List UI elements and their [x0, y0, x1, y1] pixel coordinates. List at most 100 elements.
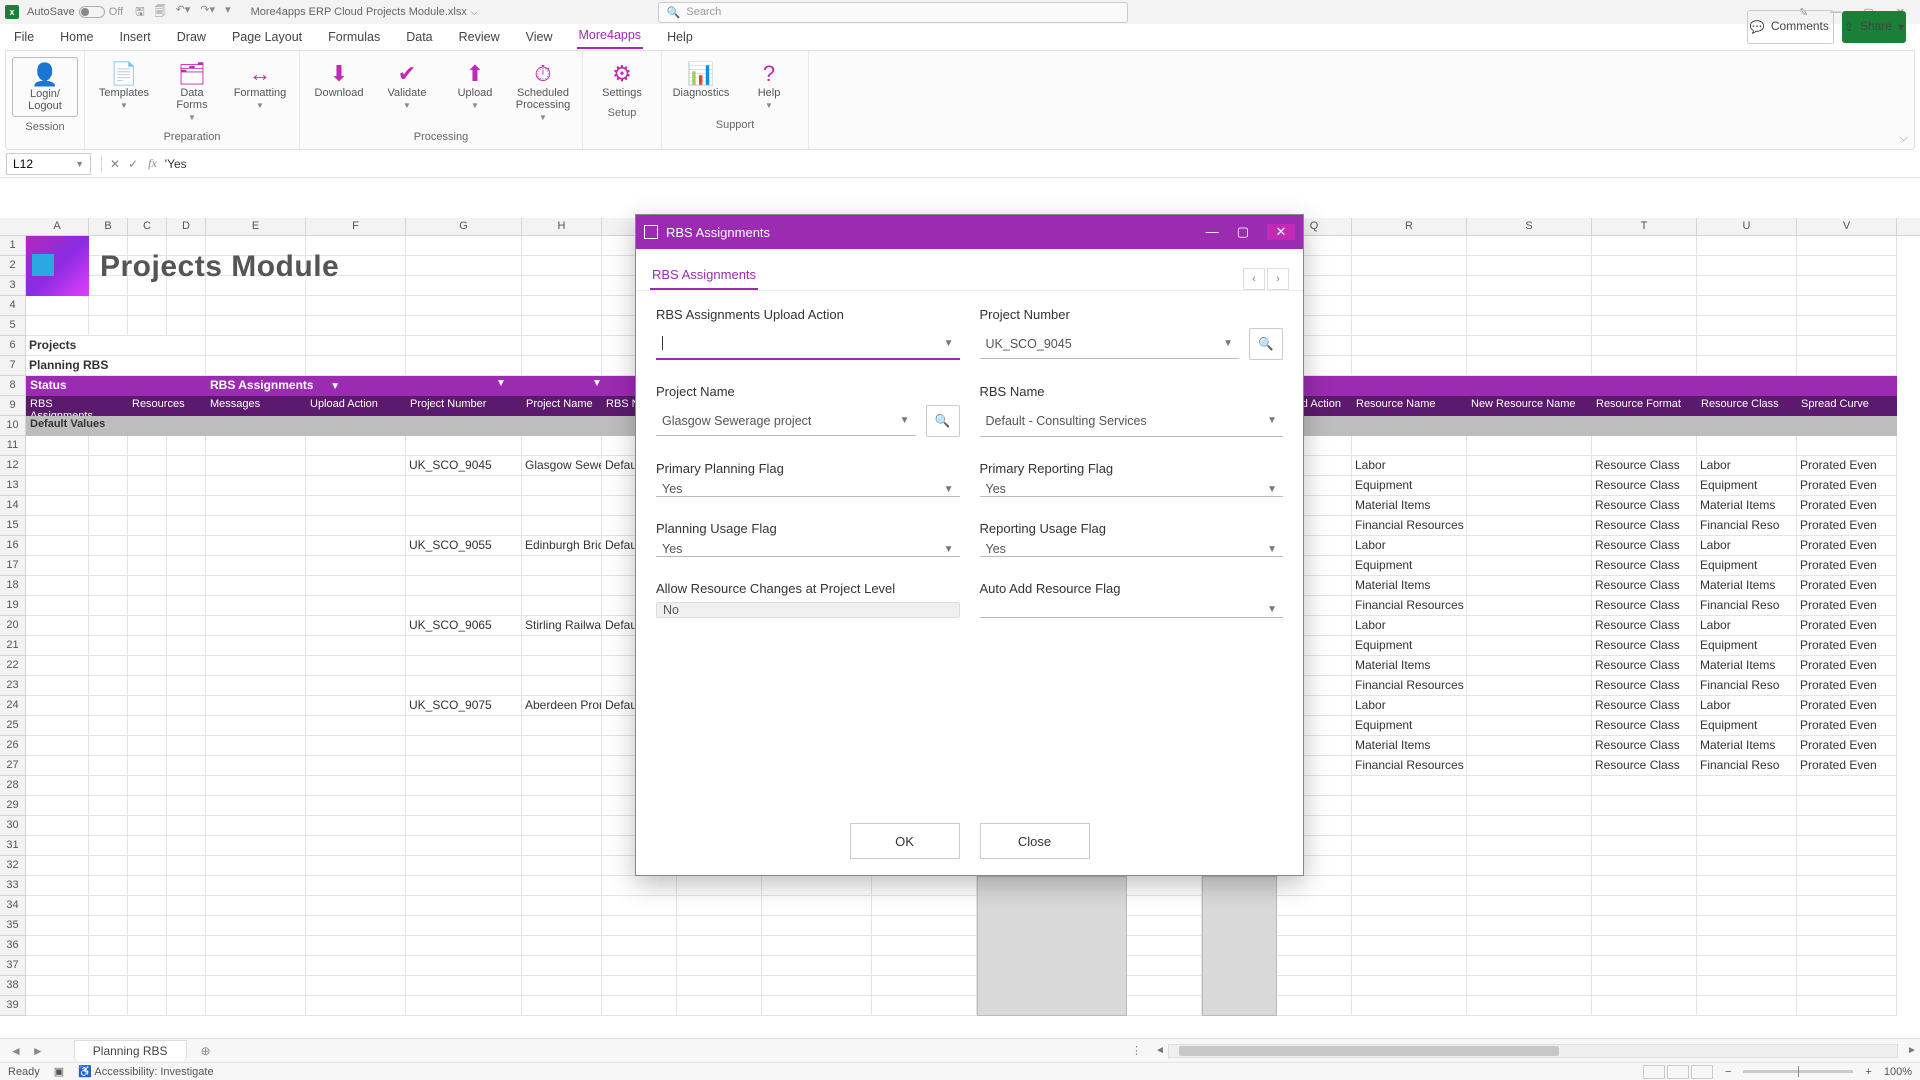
data-forms-button[interactable]: 🗂DataForms▼ — [159, 57, 225, 127]
cell[interactable] — [26, 716, 89, 736]
cell[interactable] — [1697, 976, 1797, 996]
cell[interactable]: Resource Class — [1592, 616, 1697, 636]
zoom-out-icon[interactable]: − — [1725, 1066, 1731, 1078]
cell[interactable]: Resource Class — [1592, 736, 1697, 756]
cell[interactable] — [26, 776, 89, 796]
row-header[interactable]: 39 — [0, 996, 26, 1016]
cell[interactable]: Prorated Even — [1797, 716, 1897, 736]
cell[interactable] — [89, 576, 128, 596]
cell[interactable] — [306, 556, 406, 576]
cell[interactable] — [1592, 276, 1697, 296]
cell[interactable] — [128, 896, 167, 916]
cell[interactable] — [167, 836, 206, 856]
cell[interactable]: Prorated Even — [1797, 616, 1897, 636]
formula-input[interactable] — [165, 153, 1914, 175]
cell[interactable]: UK_SCO_9065 — [406, 616, 522, 636]
cell[interactable] — [1697, 916, 1797, 936]
cell[interactable] — [128, 476, 167, 496]
cell[interactable] — [406, 876, 522, 896]
cell[interactable] — [406, 976, 522, 996]
cell[interactable] — [206, 876, 306, 896]
cell[interactable] — [26, 556, 89, 576]
cell[interactable] — [522, 956, 602, 976]
cell[interactable] — [406, 556, 522, 576]
zoom-slider[interactable] — [1743, 1070, 1853, 1073]
download-button[interactable]: ⬇Download — [306, 57, 372, 127]
cell[interactable] — [1592, 976, 1697, 996]
cell[interactable] — [522, 236, 602, 256]
cell[interactable] — [1277, 936, 1352, 956]
cell[interactable] — [89, 636, 128, 656]
cell[interactable] — [206, 956, 306, 976]
cell[interactable] — [1467, 496, 1592, 516]
cell[interactable] — [89, 996, 128, 1016]
cell[interactable]: Financial Reso — [1697, 756, 1797, 776]
cell[interactable] — [1352, 896, 1467, 916]
cell[interactable] — [1797, 996, 1897, 1016]
cell[interactable]: Material Items — [1352, 656, 1467, 676]
cell[interactable] — [1797, 256, 1897, 276]
cell[interactable] — [406, 996, 522, 1016]
formatting-button[interactable]: ↔Formatting▼ — [227, 57, 293, 127]
row-header[interactable]: 14 — [0, 496, 26, 516]
cell[interactable] — [1797, 936, 1897, 956]
cell[interactable] — [26, 636, 89, 656]
cell[interactable] — [128, 456, 167, 476]
toggle-icon[interactable] — [79, 6, 105, 18]
cell[interactable] — [872, 976, 977, 996]
cell[interactable] — [206, 996, 306, 1016]
cell[interactable] — [1127, 956, 1202, 976]
cell[interactable] — [1352, 976, 1467, 996]
cell[interactable] — [1797, 776, 1897, 796]
cell[interactable] — [1797, 856, 1897, 876]
cell[interactable] — [167, 316, 206, 336]
cell[interactable] — [306, 356, 406, 376]
cell[interactable] — [1277, 976, 1352, 996]
cell[interactable] — [1352, 296, 1467, 316]
cell[interactable] — [602, 976, 677, 996]
cell[interactable] — [167, 456, 206, 476]
cell[interactable]: Material Items — [1352, 496, 1467, 516]
cell[interactable] — [206, 796, 306, 816]
cell[interactable] — [406, 236, 522, 256]
row-header[interactable]: 27 — [0, 756, 26, 776]
cell[interactable] — [522, 316, 602, 336]
cell[interactable]: Prorated Even — [1797, 656, 1897, 676]
cell[interactable]: Resource Class — [1592, 636, 1697, 656]
row-header[interactable]: 25 — [0, 716, 26, 736]
cell[interactable]: Material Items — [1697, 656, 1797, 676]
project-name-select[interactable]: Glasgow Sewerage project ▼ — [656, 406, 916, 436]
cell[interactable] — [522, 556, 602, 576]
redo-icon[interactable]: ↷▾ — [200, 3, 215, 22]
row-header[interactable]: 29 — [0, 796, 26, 816]
cell[interactable] — [167, 816, 206, 836]
cell[interactable] — [1277, 896, 1352, 916]
cell[interactable]: Resource Class — [1592, 696, 1697, 716]
cell[interactable] — [1467, 956, 1592, 976]
templates-button[interactable]: 📄Templates▼ — [91, 57, 157, 127]
cell[interactable] — [206, 536, 306, 556]
cell[interactable] — [1697, 896, 1797, 916]
cell[interactable]: Prorated Even — [1797, 536, 1897, 556]
sheet-tab-planning-rbs[interactable]: Planning RBS — [74, 1040, 187, 1061]
row-header[interactable]: 11 — [0, 436, 26, 456]
cell[interactable]: Prorated Even — [1797, 516, 1897, 536]
cell[interactable] — [522, 576, 602, 596]
cell[interactable] — [306, 896, 406, 916]
column-header[interactable]: S — [1467, 218, 1592, 235]
cell[interactable] — [26, 876, 89, 896]
cell[interactable] — [522, 256, 602, 276]
cell[interactable] — [406, 936, 522, 956]
cell[interactable]: Labor — [1352, 536, 1467, 556]
row-header[interactable]: 38 — [0, 976, 26, 996]
cell[interactable]: Resource Class — [1592, 476, 1697, 496]
tab-prev-icon[interactable]: ‹ — [1243, 268, 1265, 290]
column-header[interactable]: A — [26, 218, 89, 235]
cell[interactable] — [522, 356, 602, 376]
cell[interactable] — [206, 356, 306, 376]
cell[interactable] — [89, 536, 128, 556]
cell[interactable] — [206, 316, 306, 336]
cell[interactable] — [167, 916, 206, 936]
cell[interactable] — [89, 496, 128, 516]
cell[interactable] — [522, 916, 602, 936]
